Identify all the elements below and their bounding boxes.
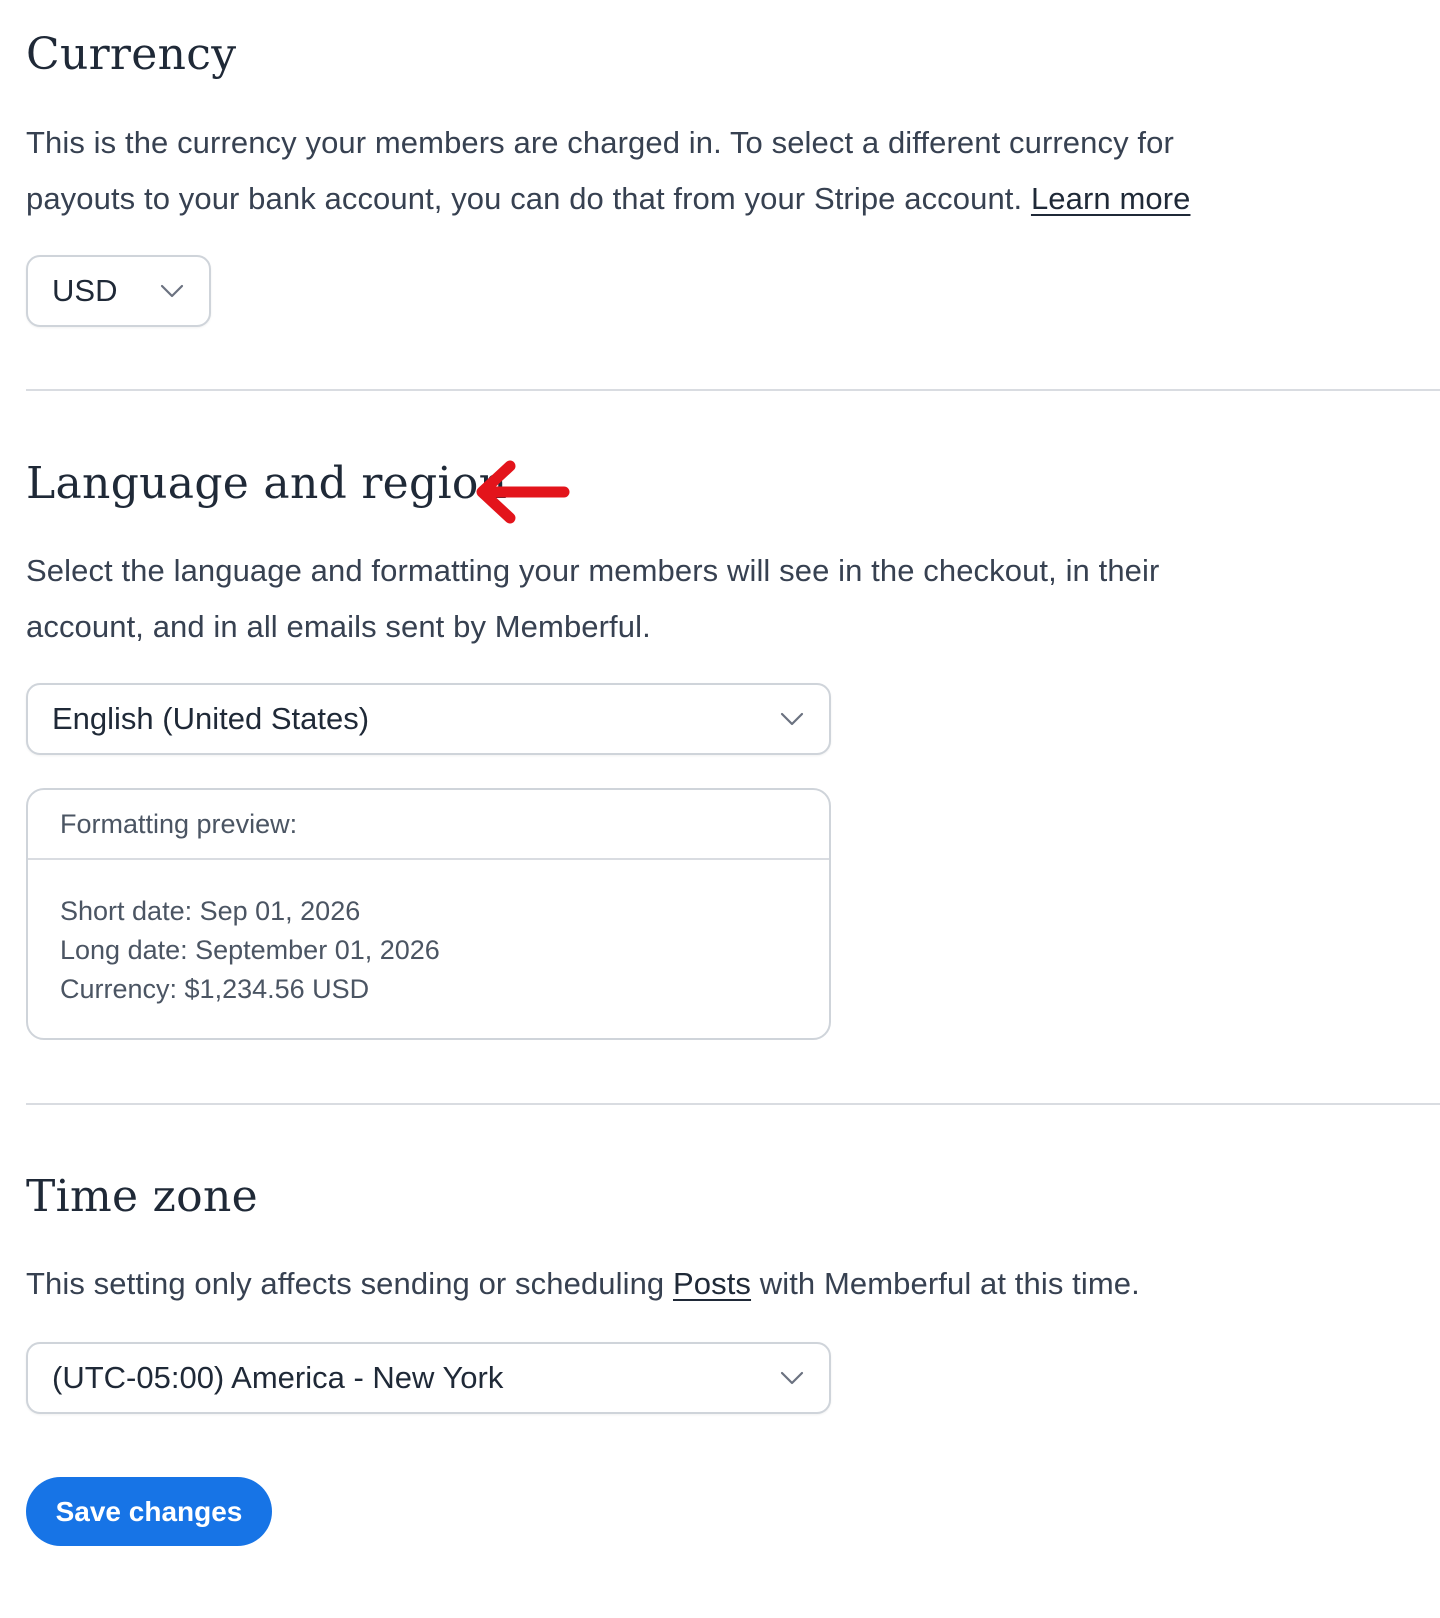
timezone-description-after: with Memberful at this time.: [759, 1266, 1140, 1301]
posts-link[interactable]: Posts: [673, 1266, 751, 1301]
preview-short-date: Short date: Sep 01, 2026: [60, 896, 361, 926]
language-select-value: English (United States): [52, 701, 370, 736]
language-select[interactable]: English (United States): [26, 683, 831, 755]
section-divider: [26, 389, 1440, 391]
formatting-preview-body: Short date: Sep 01, 2026 Long date: Sept…: [28, 860, 829, 1009]
learn-more-link[interactable]: Learn more: [1031, 181, 1191, 216]
arrow-left-icon: [476, 460, 570, 524]
chevron-down-icon: [780, 712, 804, 726]
currency-description-text: This is the currency your members are ch…: [26, 125, 1174, 216]
timezone-description-before: This setting only affects sending or sch…: [26, 1266, 665, 1301]
language-heading: Language and region: [26, 458, 508, 509]
timezone-select[interactable]: (UTC-05:00) America - New York: [26, 1342, 831, 1414]
currency-select[interactable]: USD: [26, 255, 211, 327]
preview-currency: Currency: $1,234.56 USD: [60, 974, 370, 1004]
timezone-select-value: (UTC-05:00) America - New York: [52, 1360, 504, 1395]
preview-long-date: Long date: September 01, 2026: [60, 935, 440, 965]
currency-select-value: USD: [52, 273, 118, 308]
formatting-preview-title: Formatting preview:: [28, 790, 829, 860]
chevron-down-icon: [780, 1371, 804, 1385]
formatting-preview: Formatting preview: Short date: Sep 01, …: [26, 788, 831, 1040]
timezone-heading: Time zone: [26, 1171, 258, 1222]
section-divider: [26, 1103, 1440, 1105]
currency-description: This is the currency your members are ch…: [26, 115, 1256, 227]
language-description: Select the language and formatting your …: [26, 553, 1160, 644]
save-changes-button[interactable]: Save changes: [26, 1477, 272, 1546]
timezone-description: This setting only affects sending or sch…: [26, 1256, 1326, 1312]
currency-heading: Currency: [26, 29, 237, 80]
chevron-down-icon: [160, 284, 184, 298]
